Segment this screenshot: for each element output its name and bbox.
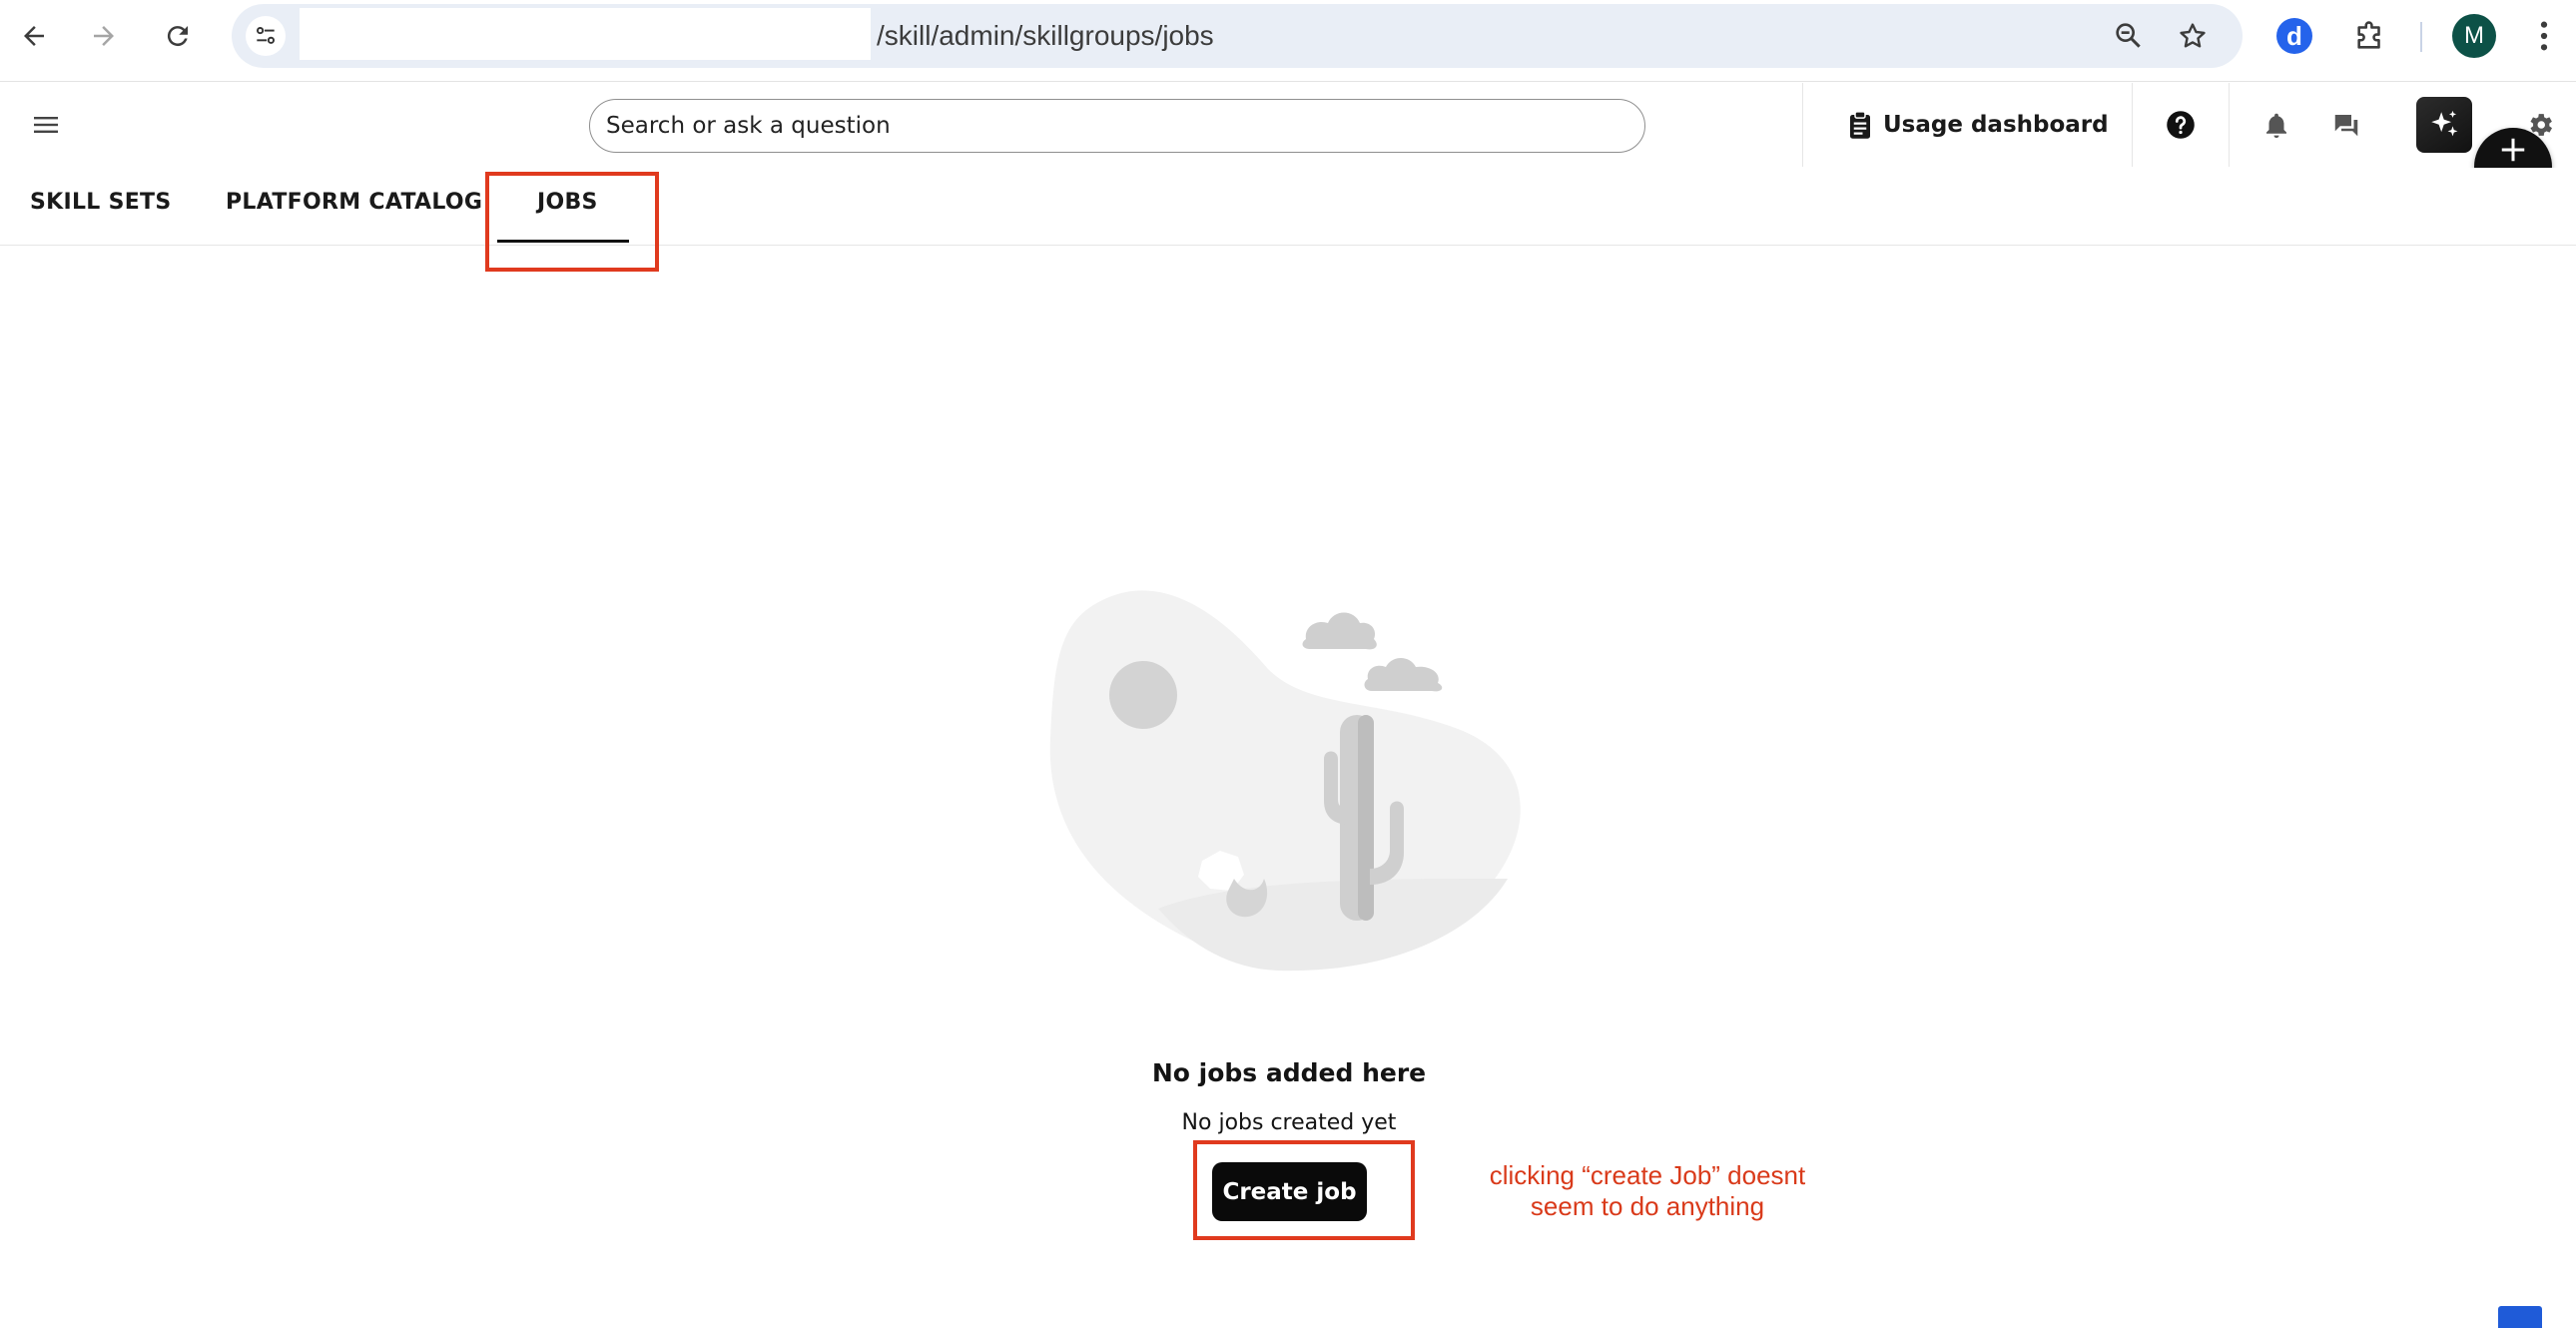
notifications-button[interactable]	[2254, 103, 2298, 147]
redacted-url-region	[300, 8, 871, 60]
empty-state-illustration	[1049, 590, 1521, 972]
corner-widget[interactable]	[2498, 1306, 2542, 1328]
reload-button[interactable]	[156, 14, 200, 58]
annotation-note: clicking “create Job” doesnt seem to do …	[1489, 1160, 1806, 1221]
help-icon	[2167, 111, 2195, 139]
sparkle-icon	[2431, 110, 2458, 137]
app-header: Usage dashboard	[0, 83, 2576, 167]
hamburger-menu-icon	[34, 117, 58, 133]
tab-skill-sets[interactable]: SKILL SETS	[30, 190, 172, 215]
illustration-cloud	[1364, 658, 1443, 692]
site-settings-icon	[257, 27, 275, 44]
usage-dashboard-label: Usage dashboard	[1883, 112, 2109, 138]
bookmark-star-icon	[2180, 23, 2206, 48]
extensions-button[interactable]	[2348, 14, 2392, 58]
extension-d-button[interactable]: d	[2276, 18, 2312, 54]
illustration-sun	[1109, 661, 1177, 729]
ai-assistant-button[interactable]	[2416, 97, 2472, 153]
empty-state-subtitle: No jobs created yet	[1181, 1110, 1397, 1135]
annotation-highlight-create-job	[1193, 1140, 1415, 1240]
back-arrow-icon	[24, 26, 44, 46]
usage-dashboard-button[interactable]: Usage dashboard	[1847, 103, 2109, 147]
header-divider	[1802, 83, 1803, 167]
search-input[interactable]	[590, 100, 1644, 152]
empty-state-title: No jobs added here	[1151, 1058, 1427, 1087]
tab-platform-catalog[interactable]: PLATFORM CATALOG	[226, 190, 482, 215]
profile-avatar[interactable]: M	[2452, 14, 2496, 58]
main-menu-button[interactable]	[24, 103, 68, 147]
annotation-highlight-jobs-tab	[485, 172, 659, 272]
zoom-button[interactable]	[2109, 16, 2149, 56]
forward-arrow-icon	[94, 26, 114, 46]
help-button[interactable]	[2159, 103, 2203, 147]
header-divider	[2229, 83, 2230, 167]
forward-button[interactable]	[82, 14, 126, 58]
illustration-cloud	[1302, 612, 1377, 650]
chat-icon	[2334, 115, 2358, 137]
reload-icon	[167, 26, 188, 47]
bookmark-button[interactable]	[2173, 16, 2213, 56]
zoom-icon	[2116, 23, 2141, 48]
url-path[interactable]: /skill/admin/skillgroups/jobs	[877, 20, 1214, 52]
clipboard-icon	[1850, 111, 1870, 139]
toolbar-separator	[2420, 22, 2422, 52]
site-info-button[interactable]	[246, 16, 286, 56]
back-button[interactable]	[12, 14, 56, 58]
plus-icon	[2501, 138, 2525, 162]
messages-button[interactable]	[2324, 103, 2368, 147]
header-divider	[2132, 83, 2133, 167]
bell-icon	[2266, 113, 2286, 139]
kebab-menu-icon	[2540, 21, 2548, 51]
browser-toolbar: /skill/admin/skillgroups/jobs d M	[0, 0, 2576, 82]
section-tabs: SKILL SETS PLATFORM CATALOG JOBS	[0, 168, 2576, 246]
global-search[interactable]	[589, 99, 1645, 153]
puzzle-extension-icon	[2357, 21, 2380, 49]
browser-menu-button[interactable]	[2526, 14, 2562, 58]
address-bar[interactable]: /skill/admin/skillgroups/jobs	[232, 4, 2243, 68]
